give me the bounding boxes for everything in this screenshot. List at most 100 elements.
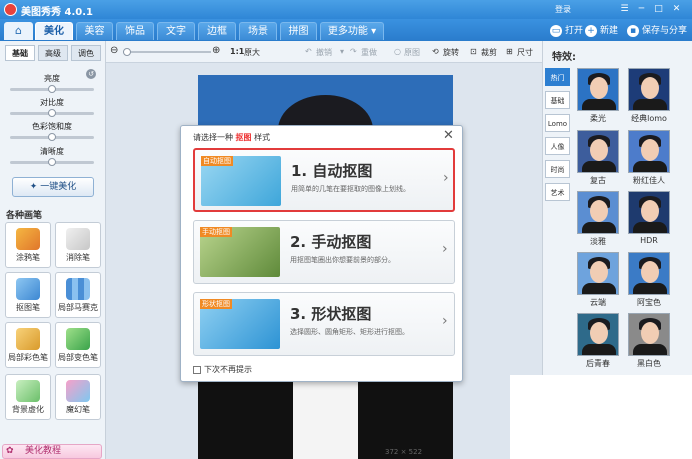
tab-effect-lomo[interactable]: Lomo [545,114,570,132]
tab-collage[interactable]: 拼图 [280,22,317,40]
tab-text[interactable]: 文字 [157,22,195,40]
tab-accessories[interactable]: 饰品 [116,22,154,40]
subtab-color[interactable]: 调色 [71,45,101,61]
zoom-out-icon[interactable]: ⊖ [110,45,118,56]
zoom-in-icon[interactable]: ⊕ [212,45,220,56]
redo-icon[interactable]: ↷ [350,47,357,56]
tab-frame[interactable]: 边框 [198,22,236,40]
undo-icon[interactable]: ↶ [305,47,312,56]
undo-dropdown-icon[interactable]: ▾ [340,47,344,56]
close-icon[interactable]: ✕ [670,3,683,15]
tutorial-icon: ✿ [6,446,14,456]
doodle-brush-tool[interactable]: 涂鸦笔 [5,222,51,268]
tab-beautify[interactable]: 美化 [35,22,73,40]
local-color-brush-tool[interactable]: 局部彩色笔 [5,322,51,368]
new-button[interactable]: + 新建 [585,23,618,37]
effect-thumbnail[interactable] [628,68,670,111]
magic-wand-icon [66,380,90,402]
option-shape-cutout[interactable]: 形状抠图 3. 形状抠图 选择圆形、圆角矩形、矩形进行抠图。 › [193,292,455,356]
tab-more[interactable]: 更多功能 ▾ [320,22,384,40]
eraser-icon [66,228,90,250]
effect-thumbnail[interactable] [628,130,670,173]
color-change-brush-tool[interactable]: 局部变色笔 [55,322,101,368]
option-description: 用简单的几笔在要抠取的图像上划线。 [291,185,410,193]
undo-button[interactable]: 撤销 [316,47,332,58]
option-manual-cutout[interactable]: 手动抠图 2. 手动抠图 用抠图笔圈出你想要前景的部分。 › [193,220,455,284]
chevron-right-icon: › [442,241,448,257]
magic-brush-tool[interactable]: 魔幻笔 [55,374,101,420]
dialog-title: 请选择一种 抠图 样式 [193,133,271,142]
resize-icon[interactable]: ⊞ [506,47,513,56]
redo-button[interactable]: 重做 [361,47,377,58]
dont-show-again-checkbox[interactable]: 下次不再提示 [193,364,252,375]
tutorial-button[interactable]: 美化教程 [2,444,102,459]
cutout-brush-tool[interactable]: 抠图笔 [5,272,51,318]
save-share-button[interactable]: ▪ 保存与分享 [627,23,687,37]
tab-effect-portrait[interactable]: 人像 [545,137,570,155]
effect-thumbnail[interactable] [577,130,619,173]
contrast-label: 对比度 [40,98,64,107]
subtab-basic[interactable]: 基础 [5,45,35,61]
palette-icon [66,328,90,350]
original-image-button[interactable]: 原图 [404,47,420,58]
crop-icon[interactable]: ⊡ [470,47,477,56]
one-click-beautify-button[interactable]: ✦ 一键美化 [12,177,94,197]
slider-knob[interactable] [48,109,56,117]
effect-label: 云端 [590,298,606,307]
checkbox-icon[interactable] [193,365,201,374]
effect-label: 经典lomo [631,114,667,123]
effect-thumbnail[interactable] [577,313,619,356]
effect-thumbnail[interactable] [628,252,670,295]
effect-label: 柔光 [590,114,606,123]
option-title: 1. 自动抠图 [291,162,373,180]
original-image-icon[interactable]: ○ [394,47,401,56]
contrast-slider[interactable] [10,109,94,117]
effects-title: 特效: [552,52,576,63]
tab-effect-basic[interactable]: 基础 [545,91,570,109]
eraser-tool[interactable]: 消除笔 [55,222,101,268]
rotate-icon[interactable]: ⟲ [432,47,439,56]
open-button[interactable]: ▭ 打开 [550,23,583,37]
crop-button[interactable]: 裁剪 [481,47,497,58]
original-size-button[interactable]: 原大 [244,47,260,58]
house-icon[interactable]: ⌂ [4,22,33,40]
brightness-slider[interactable] [10,85,94,93]
option-auto-cutout[interactable]: 自动抠图 1. 自动抠图 用简单的几笔在要抠取的图像上划线。 › [193,148,455,212]
tab-effect-hot[interactable]: 热门 [545,68,570,86]
image-dimensions: 372 × 522 [385,448,423,456]
menu-icon[interactable]: ☰ [618,3,631,15]
rotate-button[interactable]: 旋转 [443,47,459,58]
maximize-icon[interactable]: □ [652,3,665,15]
subtab-advanced[interactable]: 高级 [38,45,68,61]
slider-knob[interactable] [48,133,56,141]
tab-scene[interactable]: 场景 [239,22,277,40]
blank-overlay [510,375,692,459]
background-blur-tool[interactable]: 背景虚化 [5,374,51,420]
close-icon[interactable]: ✕ [443,128,454,143]
blur-icon [16,380,40,402]
slider-knob[interactable] [48,85,56,93]
effect-thumbnail[interactable] [628,191,670,234]
zoom-slider[interactable] [123,48,211,56]
tab-effect-fashion[interactable]: 时尚 [545,160,570,178]
saturation-slider[interactable] [10,133,94,141]
effect-label: 复古 [590,176,606,185]
save-icon: ▪ [627,24,639,37]
mosaic-tool[interactable]: 局部马赛克 [55,272,101,318]
tab-effect-art[interactable]: 艺术 [545,183,570,201]
zoom-slider-knob[interactable] [123,48,131,56]
effect-thumbnail[interactable] [577,252,619,295]
effect-thumbnail[interactable] [577,68,619,111]
tab-beauty[interactable]: 美容 [76,22,113,40]
login-link[interactable]: 登录 [555,4,571,15]
paintbrush-icon [16,328,40,350]
slider-knob[interactable] [48,158,56,166]
effect-label: 粉红佳人 [633,176,665,185]
chevron-right-icon: › [442,313,448,329]
sharpness-slider[interactable] [10,158,94,166]
zoom-1to1-button[interactable]: 1:1 [230,47,244,56]
effect-thumbnail[interactable] [628,313,670,356]
effect-thumbnail[interactable] [577,191,619,234]
resize-button[interactable]: 尺寸 [517,47,533,58]
minimize-icon[interactable]: ─ [635,3,648,15]
